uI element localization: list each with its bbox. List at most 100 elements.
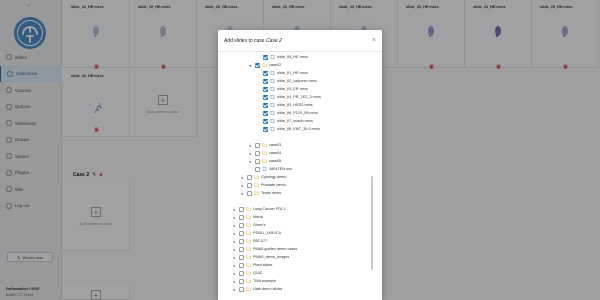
tree-checkbox[interactable] bbox=[263, 94, 268, 100]
tree-label: PMA5_demo_images bbox=[253, 255, 290, 259]
tree-label: Utah demo slides bbox=[253, 287, 283, 291]
tree-checkbox[interactable] bbox=[239, 254, 244, 260]
chevron-right-icon[interactable]: ▸ bbox=[240, 191, 245, 196]
chevron-right-icon[interactable]: ▸ bbox=[232, 287, 237, 292]
tree-checkbox[interactable] bbox=[239, 214, 244, 220]
add-slides-dialog: Add slides to case Case 2 × slide_05_HE.… bbox=[218, 30, 382, 300]
tree-file[interactable]: slide_07_ecadh.mrxs bbox=[256, 117, 313, 125]
tree-folder[interactable]: ▸ Prostate demo bbox=[240, 181, 286, 189]
tree-file[interactable]: slide_03_ER.mrxs bbox=[256, 85, 308, 93]
tree-checkbox[interactable] bbox=[263, 126, 268, 132]
tree-checkbox[interactable] bbox=[263, 54, 268, 60]
tree-label: slide_04_PR_1E2_3.mrxs bbox=[277, 95, 321, 99]
tree-checkbox[interactable] bbox=[247, 190, 252, 196]
chevron-right-icon[interactable]: ▸ bbox=[232, 279, 237, 284]
tree-file[interactable]: 1804TEN.svs bbox=[248, 165, 292, 173]
tree-checkbox[interactable] bbox=[239, 222, 244, 228]
tree-folder[interactable]: ▸ case04 bbox=[248, 149, 281, 157]
tree-folder[interactable]: ▸ Testis demo bbox=[240, 189, 281, 197]
folder-icon bbox=[254, 191, 259, 195]
tree-folder[interactable]: ▸ TMA example bbox=[232, 277, 276, 285]
tree-checkbox[interactable] bbox=[255, 150, 260, 156]
tree-file[interactable]: slide_05_HE.mrxs bbox=[256, 53, 308, 61]
tree-checkbox[interactable] bbox=[263, 70, 268, 76]
tree-folder[interactable]: ▸ PMA5_demo_images bbox=[232, 253, 289, 261]
tree-checkbox[interactable] bbox=[239, 238, 244, 244]
tree-checkbox[interactable] bbox=[263, 86, 268, 92]
tree-checkbox[interactable] bbox=[239, 206, 244, 212]
tree-label: PMA5 golden demo cases bbox=[253, 247, 298, 251]
chevron-right-icon[interactable]: ▸ bbox=[248, 143, 253, 148]
tree-folder[interactable]: ▸ Lung Cancer PDL1 bbox=[232, 205, 285, 213]
tree-label: slide_07_ecadh.mrxs bbox=[277, 119, 313, 123]
tree-label: case02 bbox=[269, 63, 282, 67]
chevron-right-icon[interactable]: ▸ bbox=[248, 151, 253, 156]
chevron-right-icon[interactable]: ▸ bbox=[232, 239, 237, 244]
tree-label: slide_03_ER.mrxs bbox=[277, 87, 308, 91]
folder-icon bbox=[246, 247, 251, 251]
tree-folder[interactable]: ▸ Cytology demo bbox=[240, 173, 286, 181]
chevron-right-icon[interactable]: ▸ bbox=[240, 183, 245, 188]
tree-scrollbar[interactable] bbox=[371, 176, 373, 270]
tree-checkbox[interactable] bbox=[239, 278, 244, 284]
tree-checkbox[interactable] bbox=[247, 182, 252, 188]
tree-checkbox[interactable] bbox=[255, 166, 260, 172]
chevron-right-icon[interactable]: ▸ bbox=[232, 263, 237, 268]
tree-checkbox[interactable] bbox=[263, 118, 268, 124]
folder-icon bbox=[262, 159, 267, 163]
chevron-right-icon[interactable]: ▸ bbox=[232, 271, 237, 276]
tree-folder[interactable]: ▸ case05 bbox=[248, 157, 281, 165]
tree-file[interactable]: slide_04_PR_1E2_3.mrxs bbox=[256, 93, 321, 101]
tree-label: case04 bbox=[269, 151, 282, 155]
dialog-title: Add slides to case Case 2 bbox=[224, 38, 282, 44]
tree-folder[interactable]: ▸ case03 bbox=[248, 141, 281, 149]
tree-file[interactable]: slide_02_calponin.mrxs bbox=[256, 77, 317, 85]
tree-label: case03 bbox=[269, 143, 282, 147]
chevron-right-icon[interactable]: ▸ bbox=[232, 247, 237, 252]
chevron-right-icon[interactable]: ▸ bbox=[232, 207, 237, 212]
tree-file[interactable]: slide_01_HE.mrxs bbox=[256, 69, 308, 77]
folder-icon bbox=[246, 263, 251, 267]
tree-checkbox[interactable] bbox=[255, 62, 260, 68]
tree-checkbox[interactable] bbox=[247, 174, 252, 180]
tree-folder[interactable]: ▸ PAT-077 bbox=[232, 237, 267, 245]
tree-checkbox[interactable] bbox=[263, 110, 268, 116]
folder-icon bbox=[254, 183, 259, 187]
tree-checkbox[interactable] bbox=[239, 270, 244, 276]
file-icon bbox=[270, 95, 275, 99]
close-icon[interactable]: × bbox=[372, 37, 376, 44]
file-icon bbox=[270, 127, 275, 131]
tree-file[interactable]: slide_06_P120_98.mrxs bbox=[256, 109, 318, 117]
tree-folder[interactable]: ▸ Plant slides bbox=[232, 261, 272, 269]
tree-label: slide_01_HE.mrxs bbox=[277, 71, 308, 75]
tree-checkbox[interactable] bbox=[255, 142, 260, 148]
chevron-down-icon[interactable]: ▾ bbox=[248, 63, 253, 68]
tree-folder[interactable]: ▸ Utah demo slides bbox=[232, 285, 282, 293]
tree-folder[interactable]: ▸ PMA5 golden demo cases bbox=[232, 245, 297, 253]
tree-checkbox[interactable] bbox=[263, 102, 268, 108]
tree-checkbox[interactable] bbox=[263, 78, 268, 84]
tree-folder[interactable]: ▸ PS061_1K8VCA bbox=[232, 229, 281, 237]
tree-checkbox[interactable] bbox=[255, 158, 260, 164]
tree-folder[interactable]: ▸ Oliver's bbox=[232, 221, 266, 229]
tree-folder[interactable]: ▸ Merck bbox=[232, 213, 263, 221]
tree-checkbox[interactable] bbox=[239, 246, 244, 252]
file-icon bbox=[270, 103, 275, 107]
chevron-right-icon[interactable]: ▸ bbox=[248, 159, 253, 164]
folder-icon bbox=[246, 231, 251, 235]
chevron-right-icon[interactable]: ▸ bbox=[232, 255, 237, 260]
tree-folder[interactable]: ▸ QUIZ bbox=[232, 269, 262, 277]
chevron-right-icon[interactable]: ▸ bbox=[232, 215, 237, 220]
chevron-right-icon[interactable]: ▸ bbox=[240, 175, 245, 180]
chevron-right-icon[interactable]: ▸ bbox=[232, 223, 237, 228]
tree-label: Testis demo bbox=[261, 191, 282, 195]
tree-checkbox[interactable] bbox=[239, 262, 244, 268]
tree-file[interactable]: slide_08_Ki67_30-9.mrxs bbox=[256, 125, 320, 133]
tree-file[interactable]: slide_05_HER2.mrxs bbox=[256, 101, 313, 109]
tree-checkbox[interactable] bbox=[239, 286, 244, 292]
chevron-right-icon[interactable]: ▸ bbox=[232, 231, 237, 236]
file-icon bbox=[270, 55, 275, 59]
tree-folder[interactable]: ▾ case02 bbox=[248, 61, 281, 69]
tree-label: Lung Cancer PDL1 bbox=[253, 207, 286, 211]
tree-checkbox[interactable] bbox=[239, 230, 244, 236]
